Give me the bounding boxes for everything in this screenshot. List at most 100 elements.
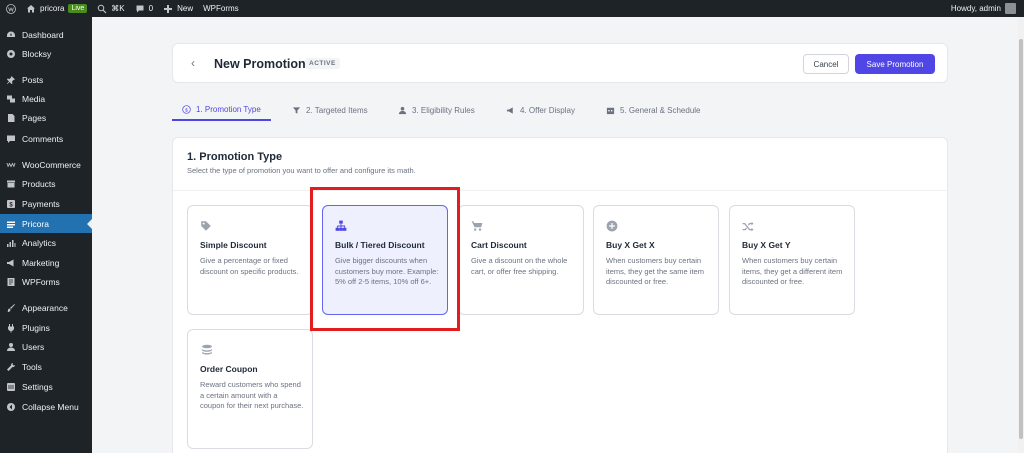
pin-icon	[6, 75, 16, 85]
tab-general-schedule[interactable]: 5. General & Schedule	[596, 99, 711, 121]
dashboard-icon	[6, 30, 16, 40]
promo-type-card-cart-discount[interactable]: Cart Discount Give a discount on the who…	[458, 205, 584, 315]
account-menu[interactable]: Howdy, admin	[951, 0, 1016, 17]
promo-type-title: Buy X Get X	[606, 240, 655, 250]
sidebar-item-label: Appearance	[22, 302, 68, 313]
sidebar-item-label: Posts	[22, 74, 44, 85]
sidebar-item-posts[interactable]: Posts	[0, 70, 92, 89]
sidebar-item-analytics[interactable]: Analytics	[0, 233, 92, 252]
home-icon	[27, 4, 35, 12]
greeting: Howdy, admin	[950, 4, 1001, 13]
sidebar-item-label: Products	[22, 178, 56, 189]
sidebar-item-label: Comments	[22, 133, 64, 144]
user-icon	[398, 106, 407, 114]
bar-chart-icon	[6, 238, 16, 248]
wpforms-link[interactable]: WPForms	[203, 0, 239, 17]
promo-type-title: Simple Discount	[200, 240, 267, 250]
tab-eligibility-rules[interactable]: 3. Eligibility Rules	[388, 99, 485, 121]
back-button[interactable]: ‹	[191, 56, 195, 70]
comments-link[interactable]: 0	[135, 0, 153, 17]
plus-icon	[164, 4, 173, 13]
megaphone-icon	[6, 258, 16, 268]
sidebar-item-label: Dashboard	[22, 29, 64, 40]
sidebar-item-tools[interactable]: Tools	[0, 357, 92, 376]
command-search[interactable]: ⌘K	[97, 0, 125, 17]
new-content-link[interactable]: New	[163, 0, 193, 17]
sidebar-item-woocommerce[interactable]: WooCommerce	[0, 155, 92, 174]
status-badge: ACTIVE	[305, 58, 340, 69]
sidebar-item-products[interactable]: Products	[0, 174, 92, 193]
sidebar-item-label: Blocksy	[22, 48, 52, 59]
step-tabs: $ 1. Promotion Type 2. Targeted Items 3.…	[172, 99, 948, 121]
sidebar-item-pages[interactable]: Pages	[0, 108, 92, 127]
sidebar-item-plugins[interactable]: Plugins	[0, 318, 92, 337]
promo-type-title: Cart Discount	[471, 240, 527, 250]
sidebar-item-label: Marketing	[22, 257, 60, 268]
promo-type-desc: When customers buy certain items, they g…	[742, 256, 843, 286]
sidebar-item-marketing[interactable]: Marketing	[0, 253, 92, 272]
tab-label: 3. Eligibility Rules	[412, 105, 475, 115]
tab-label: 4. Offer Display	[520, 105, 575, 115]
promo-type-card-simple-discount[interactable]: Simple Discount Give a percentage or fix…	[187, 205, 313, 315]
search-icon	[98, 4, 107, 13]
promo-type-desc: When customers buy certain items, they g…	[606, 256, 704, 286]
promo-type-card-order-coupon[interactable]: Order Coupon Reward customers who spend …	[187, 329, 313, 449]
comment-bubble-icon	[136, 5, 144, 12]
page-icon	[6, 113, 16, 123]
sidebar-item-pricora[interactable]: Pricora	[0, 214, 92, 233]
sidebar-item-users[interactable]: Users	[0, 337, 92, 356]
sidebar-item-appearance[interactable]: Appearance	[0, 298, 92, 317]
sidebar-item-label: WooCommerce	[22, 159, 81, 170]
promo-type-desc: Give a discount on the whole cart, or of…	[471, 256, 568, 276]
sidebar-item-label: Payments	[22, 198, 60, 209]
sidebar-item-settings[interactable]: Settings	[0, 377, 92, 396]
brush-icon	[6, 303, 16, 313]
page-scrollbar[interactable]	[1018, 17, 1024, 453]
admin-bar: pricora Live ⌘K 0 New WPForms Howdy, adm…	[0, 0, 1024, 17]
svg-text:$: $	[185, 107, 188, 113]
site-name-link[interactable]: pricora Live	[26, 0, 88, 17]
avatar	[1005, 3, 1016, 14]
promotion-type-panel: 1. Promotion Type Select the type of pro…	[172, 137, 949, 453]
sidebar-item-dashboard[interactable]: Dashboard	[0, 25, 92, 44]
selection-highlight-box	[310, 187, 460, 331]
woo-icon	[6, 160, 16, 170]
live-badge: Live	[68, 4, 88, 13]
plus-circle-icon	[606, 219, 618, 232]
tab-targeted-items[interactable]: 2. Targeted Items	[282, 99, 378, 121]
sidebar-item-blocksy[interactable]: Blocksy	[0, 44, 92, 63]
dollar-icon: $	[6, 199, 16, 209]
sidebar-item-payments[interactable]: $ Payments	[0, 194, 92, 213]
divider	[173, 190, 949, 191]
settings-icon	[6, 382, 16, 392]
tag-icon	[200, 219, 212, 231]
page-title: New Promotion	[214, 57, 306, 71]
sidebar-item-label: Users	[22, 341, 45, 352]
sidebar-collapse-menu[interactable]: Collapse Menu	[0, 397, 92, 416]
tab-promotion-type[interactable]: $ 1. Promotion Type	[172, 99, 271, 121]
wordpress-logo-icon[interactable]	[6, 0, 16, 17]
sidebar-item-label: Tools	[22, 361, 42, 372]
admin-sidebar: Dashboard Blocksy Posts Media Pages Comm…	[0, 17, 92, 453]
shortcut-label: ⌘K	[111, 4, 125, 13]
promo-type-title: Buy X Get Y	[742, 240, 791, 250]
section-subtitle: Select the type of promotion you want to…	[187, 166, 416, 175]
sidebar-item-comments[interactable]: Comments	[0, 129, 92, 148]
cart-icon	[471, 219, 483, 231]
sidebar-item-label: Collapse Menu	[22, 401, 79, 412]
promo-type-card-buy-x-get-y[interactable]: Buy X Get Y When customers buy certain i…	[729, 205, 855, 315]
cancel-button[interactable]: Cancel	[803, 54, 849, 74]
save-promotion-button[interactable]: Save Promotion	[855, 54, 935, 74]
site-name: pricora	[40, 4, 65, 13]
sidebar-item-wpforms[interactable]: WPForms	[0, 272, 92, 291]
coins-icon	[200, 343, 214, 357]
promo-type-card-buy-x-get-x[interactable]: Buy X Get X When customers buy certain i…	[593, 205, 719, 315]
megaphone-icon	[506, 106, 513, 114]
tab-label: 2. Targeted Items	[306, 105, 368, 115]
tab-label: 1. Promotion Type	[196, 104, 261, 114]
sidebar-item-media[interactable]: Media	[0, 89, 92, 108]
scrollbar-thumb[interactable]	[1019, 39, 1023, 439]
tab-offer-display[interactable]: 4. Offer Display	[496, 99, 585, 121]
promo-type-desc: Reward customers who spend a certain amo…	[200, 380, 304, 410]
section-title: 1. Promotion Type	[187, 151, 283, 163]
